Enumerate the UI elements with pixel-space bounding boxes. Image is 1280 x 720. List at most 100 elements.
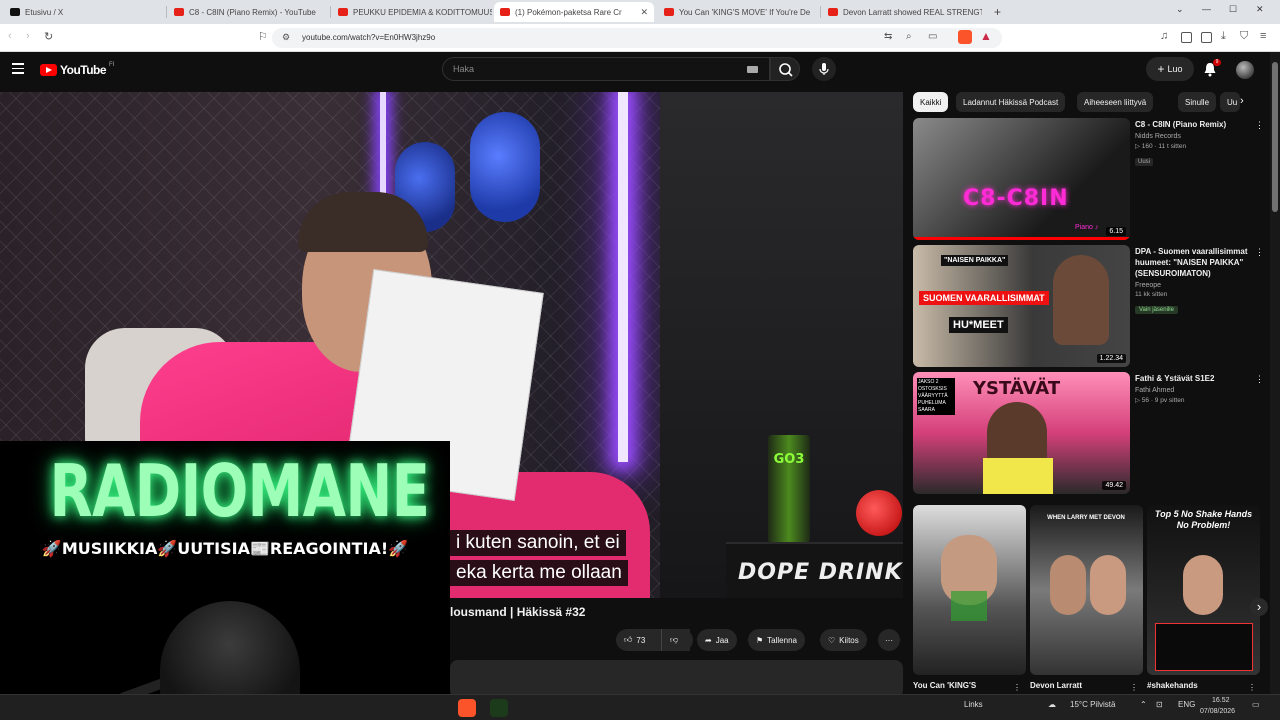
- page-scrollbar[interactable]: [1270, 52, 1280, 698]
- site-info-icon[interactable]: ⚙: [282, 32, 290, 43]
- short-title[interactable]: You Can 'KING'S: [913, 681, 976, 690]
- youtube-logo[interactable]: YouTube FI: [40, 62, 114, 77]
- brave-shield-icon[interactable]: [958, 30, 972, 44]
- video-menu-icon[interactable]: ⋮: [1255, 374, 1264, 385]
- video-menu-icon[interactable]: ⋮: [1255, 247, 1264, 258]
- thanks-button[interactable]: ♡ Kiitos: [820, 629, 867, 651]
- tab-peukku-epidemia[interactable]: PEUKKU EPIDEMIA & KODITTOMUUS: [332, 2, 492, 22]
- account-avatar[interactable]: [1236, 61, 1254, 79]
- weather-text[interactable]: 15°C Pilvistä: [1070, 700, 1115, 709]
- chip-sinulle[interactable]: Sinulle: [1178, 92, 1217, 112]
- subtitle-line-1: i kuten sanoin, et ei: [450, 530, 626, 556]
- video-thumbnail[interactable]: YSTÄVÄT JAKSO 2 OSTOSKSIS VÄÄRYYTTÄ PUHE…: [913, 372, 1130, 494]
- short-thumbnail[interactable]: [913, 505, 1026, 675]
- video-thumbnail[interactable]: "NAISEN PAIKKA" SUOMEN VAARALLISIMMAT HU…: [913, 245, 1130, 367]
- sidebar-icon[interactable]: [1181, 32, 1192, 43]
- minimize-icon[interactable]: —: [1202, 4, 1211, 14]
- new-tab-button[interactable]: +: [988, 2, 1004, 22]
- cast-icon[interactable]: ▭: [928, 31, 937, 42]
- zoom-icon[interactable]: ⌕: [906, 31, 912, 42]
- maximize-icon[interactable]: ☐: [1229, 4, 1237, 15]
- weather-icon[interactable]: ☁: [1048, 700, 1056, 709]
- short-thumbnail[interactable]: Top 5 No Shake Hands No Problem!: [1147, 505, 1260, 675]
- short-title[interactable]: Devon Larratt: [1030, 681, 1082, 690]
- chip-ladannut[interactable]: Ladannut Häkissä Podcast: [956, 92, 1066, 112]
- tab-c8-piano-remix[interactable]: C8 - C8IN (Piano Remix) - YouTube: [168, 2, 328, 22]
- notification-center-icon[interactable]: ▭: [1252, 700, 1260, 709]
- wallet-icon[interactable]: [1201, 32, 1212, 43]
- channel-name[interactable]: Nidds Records: [1135, 133, 1265, 140]
- video-title[interactable]: Fathi & Ystävät S1E2: [1135, 373, 1265, 384]
- video-title[interactable]: C8 - C8IN (Piano Remix): [1135, 119, 1265, 130]
- create-button[interactable]: + Luo: [1146, 57, 1194, 81]
- youtube-play-icon: [40, 64, 57, 76]
- language-indicator[interactable]: ENG: [1178, 700, 1195, 709]
- thumbnail-text: JAKSO 2 OSTOSKSIS VÄÄRYYTTÄ PUHELUMA SAA…: [917, 378, 955, 415]
- video-meta: 11 kk sitten: [1135, 291, 1168, 298]
- new-badge: Uusi: [1135, 158, 1154, 166]
- app-taskbar-icon[interactable]: [490, 699, 508, 717]
- tab-search-icon[interactable]: ⌄: [1176, 4, 1184, 15]
- chip-uu[interactable]: Uu: [1220, 92, 1240, 112]
- video-thumbnail[interactable]: C8-C8IN Piano ♪ 6.15: [913, 118, 1130, 240]
- more-actions-button[interactable]: ···: [878, 629, 900, 651]
- filter-chips: Kaikki Ladannut Häkissä Podcast Aiheesee…: [913, 92, 1253, 114]
- neon-light: [618, 92, 628, 462]
- video-info: lousmand | Häkissä #32 👍︎ 73 👎︎ ➦ Jaa ⚑ …: [450, 598, 903, 698]
- keyboard-icon[interactable]: [747, 66, 758, 73]
- tray-chevron-icon[interactable]: ⌃: [1140, 700, 1147, 709]
- brave-taskbar-icon[interactable]: [458, 699, 476, 717]
- reload-icon[interactable]: ↻: [44, 30, 53, 43]
- short-menu-icon[interactable]: ⋮: [1130, 683, 1138, 692]
- url-text[interactable]: youtube.com/watch?v=En0HW3jhz9o: [302, 33, 435, 42]
- vpn-icon[interactable]: ⛉: [1240, 30, 1248, 43]
- forward-icon[interactable]: ›: [26, 30, 30, 42]
- brave-rewards-icon[interactable]: ▲: [980, 29, 992, 43]
- hamburger-menu-icon[interactable]: [12, 63, 24, 77]
- links-toolbar[interactable]: Links: [964, 700, 983, 709]
- voice-search-button[interactable]: [812, 57, 836, 81]
- channel-name[interactable]: Fathi Ahmed: [1135, 387, 1265, 394]
- download-icon[interactable]: ⤓: [1221, 30, 1226, 43]
- clock-date[interactable]: 07/08/2026: [1200, 708, 1235, 715]
- more-icon: ···: [885, 635, 893, 645]
- chip-aiheeseen[interactable]: Aiheeseen liittyvä: [1077, 92, 1154, 112]
- search-button[interactable]: [770, 57, 800, 81]
- tab-devon-larratt[interactable]: Devon Larratt showed REAL STRENGT: [822, 2, 982, 22]
- video-menu-icon[interactable]: ⋮: [1255, 120, 1264, 131]
- yellow-shirt: [983, 458, 1053, 494]
- clock-time[interactable]: 16.52: [1212, 697, 1230, 704]
- video-info[interactable]: DPA - Suomen vaarallisimmat huumeet: "NA…: [1135, 246, 1265, 316]
- video-info[interactable]: Fathi & Ystävät S1E2 Fathi Ahmed ▷ 56 · …: [1135, 373, 1265, 404]
- translate-icon[interactable]: ⇆: [884, 31, 892, 42]
- short-menu-icon[interactable]: ⋮: [1013, 683, 1021, 692]
- short-menu-icon[interactable]: ⋮: [1248, 683, 1256, 692]
- bookmark-icon[interactable]: ⚐: [258, 30, 268, 43]
- description-box[interactable]: [450, 660, 903, 698]
- tab-etusivu[interactable]: Etusivu / X: [4, 2, 164, 22]
- tab-pokemon-active[interactable]: (1) Pokémon-paketsa Rare Cr ✕: [494, 2, 654, 22]
- video-info[interactable]: C8 - C8IN (Piano Remix) Nidds Records ▷ …: [1135, 119, 1265, 168]
- menu-icon[interactable]: ≡: [1260, 30, 1266, 42]
- close-window-icon[interactable]: ✕: [1256, 4, 1264, 15]
- video-title[interactable]: DPA - Suomen vaarallisimmat huumeet: "NA…: [1135, 246, 1265, 279]
- short-thumbnail[interactable]: WHEN LARRY MET DEVON: [1030, 505, 1143, 675]
- chevron-right-icon[interactable]: ›: [1240, 95, 1244, 107]
- scrollbar-thumb[interactable]: [1272, 62, 1278, 212]
- channel-name[interactable]: Freeope: [1135, 282, 1265, 289]
- media-icon[interactable]: ♫: [1160, 30, 1168, 42]
- youtube-wordmark: YouTube: [60, 63, 107, 77]
- share-icon: ➦: [705, 635, 712, 645]
- save-button[interactable]: ⚑ Tallenna: [748, 629, 805, 651]
- shorts-next-icon[interactable]: ›: [1250, 598, 1268, 616]
- close-tab-icon[interactable]: ✕: [640, 7, 648, 18]
- tab-kings-move[interactable]: You Can 'KING'S MOVE' If You're De: [658, 2, 818, 22]
- share-button[interactable]: ➦ Jaa: [697, 629, 737, 651]
- search-input[interactable]: Haka: [442, 57, 770, 81]
- dislike-button[interactable]: 👎︎: [661, 629, 693, 651]
- back-icon[interactable]: ‹: [8, 30, 12, 42]
- network-icon[interactable]: ⊡: [1156, 700, 1163, 709]
- short-title[interactable]: #shakehands: [1147, 681, 1198, 690]
- address-bar[interactable]: ⚙ youtube.com/watch?v=En0HW3jhz9o ⇆ ⌕ ▭: [272, 28, 1002, 48]
- chip-kaikki[interactable]: Kaikki: [913, 92, 949, 112]
